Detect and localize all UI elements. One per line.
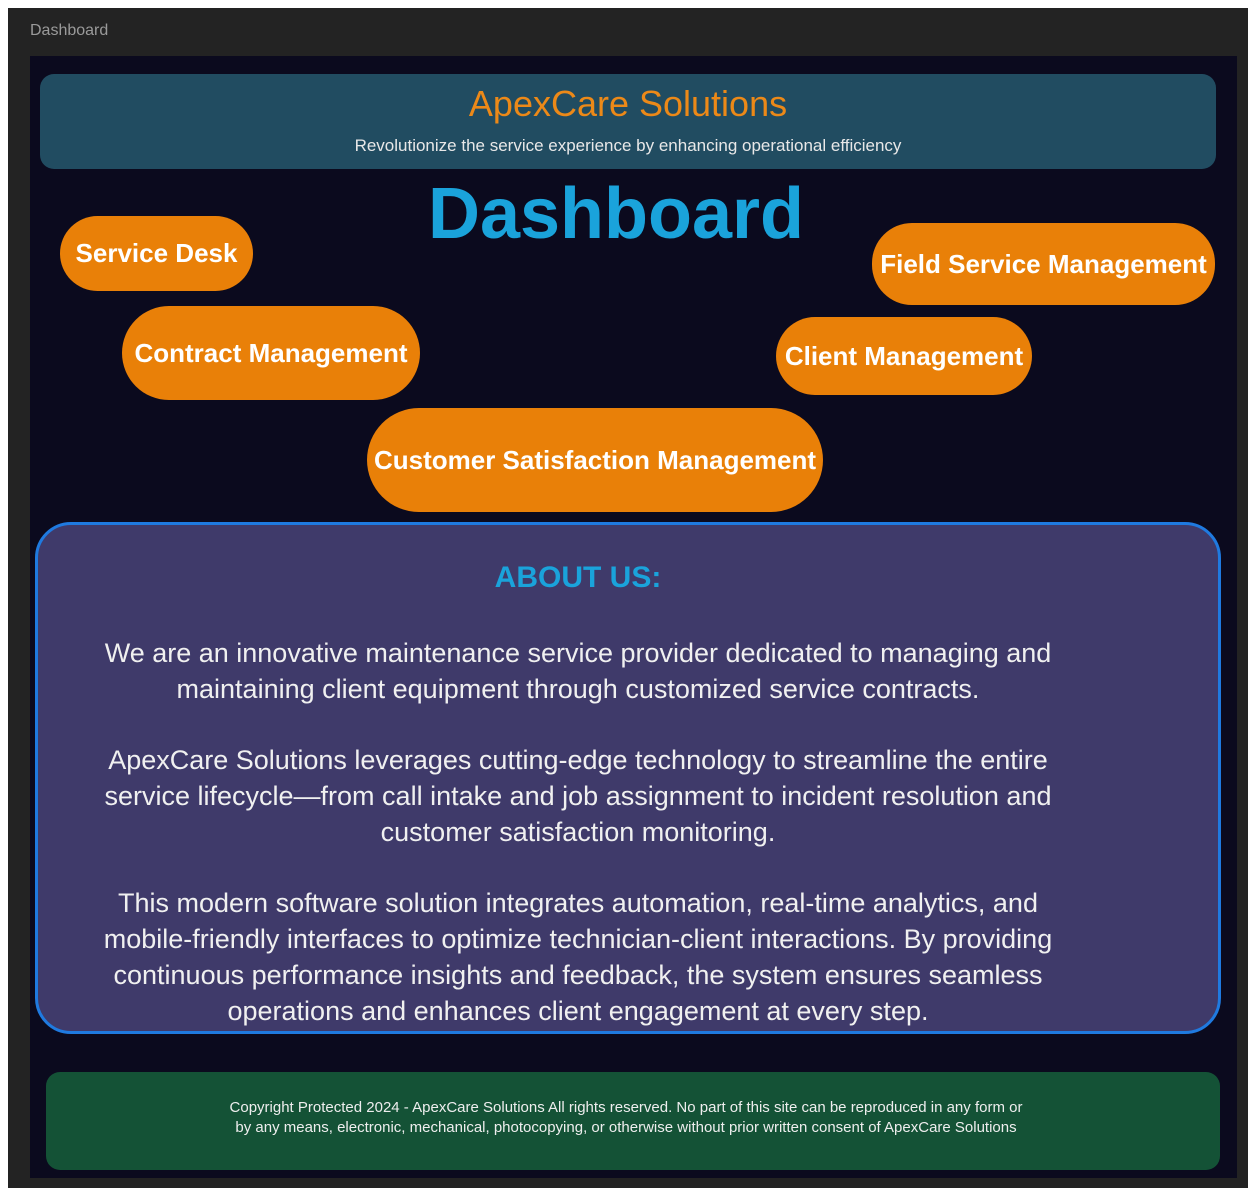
about-paragraph: ApexCare Solutions leverages cutting-edg… bbox=[104, 745, 1052, 847]
about-us-heading: ABOUT US: bbox=[494, 561, 662, 594]
about-us-body: We are an innovative maintenance service… bbox=[78, 635, 1078, 1064]
about-us-panel: ABOUT US: We are an innovative maintenan… bbox=[35, 522, 1221, 1034]
app-window: Dashboard ApexCare Solutions Revolutioni… bbox=[8, 8, 1248, 1188]
contract-management-button[interactable]: Contract Management bbox=[122, 306, 420, 400]
about-paragraph: This modern software solution integrates… bbox=[103, 888, 1053, 1026]
window-title: Dashboard bbox=[30, 22, 109, 39]
service-desk-button[interactable]: Service Desk bbox=[60, 216, 253, 291]
dashboard-canvas: ApexCare Solutions Revolutionize the ser… bbox=[30, 56, 1237, 1178]
customer-satisfaction-management-button[interactable]: Customer Satisfaction Management bbox=[367, 408, 823, 512]
about-paragraph: We are an innovative maintenance service… bbox=[104, 638, 1052, 704]
brand-name: ApexCare Solutions bbox=[468, 83, 788, 124]
site-header: ApexCare Solutions Revolutionize the ser… bbox=[40, 74, 1216, 169]
copyright-notice: Copyright Protected 2024 - ApexCare Solu… bbox=[229, 1099, 1023, 1136]
site-footer: Copyright Protected 2024 - ApexCare Solu… bbox=[46, 1072, 1220, 1170]
page-title: Dashboard bbox=[427, 174, 805, 254]
client-management-button[interactable]: Client Management bbox=[776, 317, 1032, 395]
brand-tagline: Revolutionize the service experience by … bbox=[354, 136, 902, 155]
field-service-management-button[interactable]: Field Service Management bbox=[872, 223, 1215, 305]
